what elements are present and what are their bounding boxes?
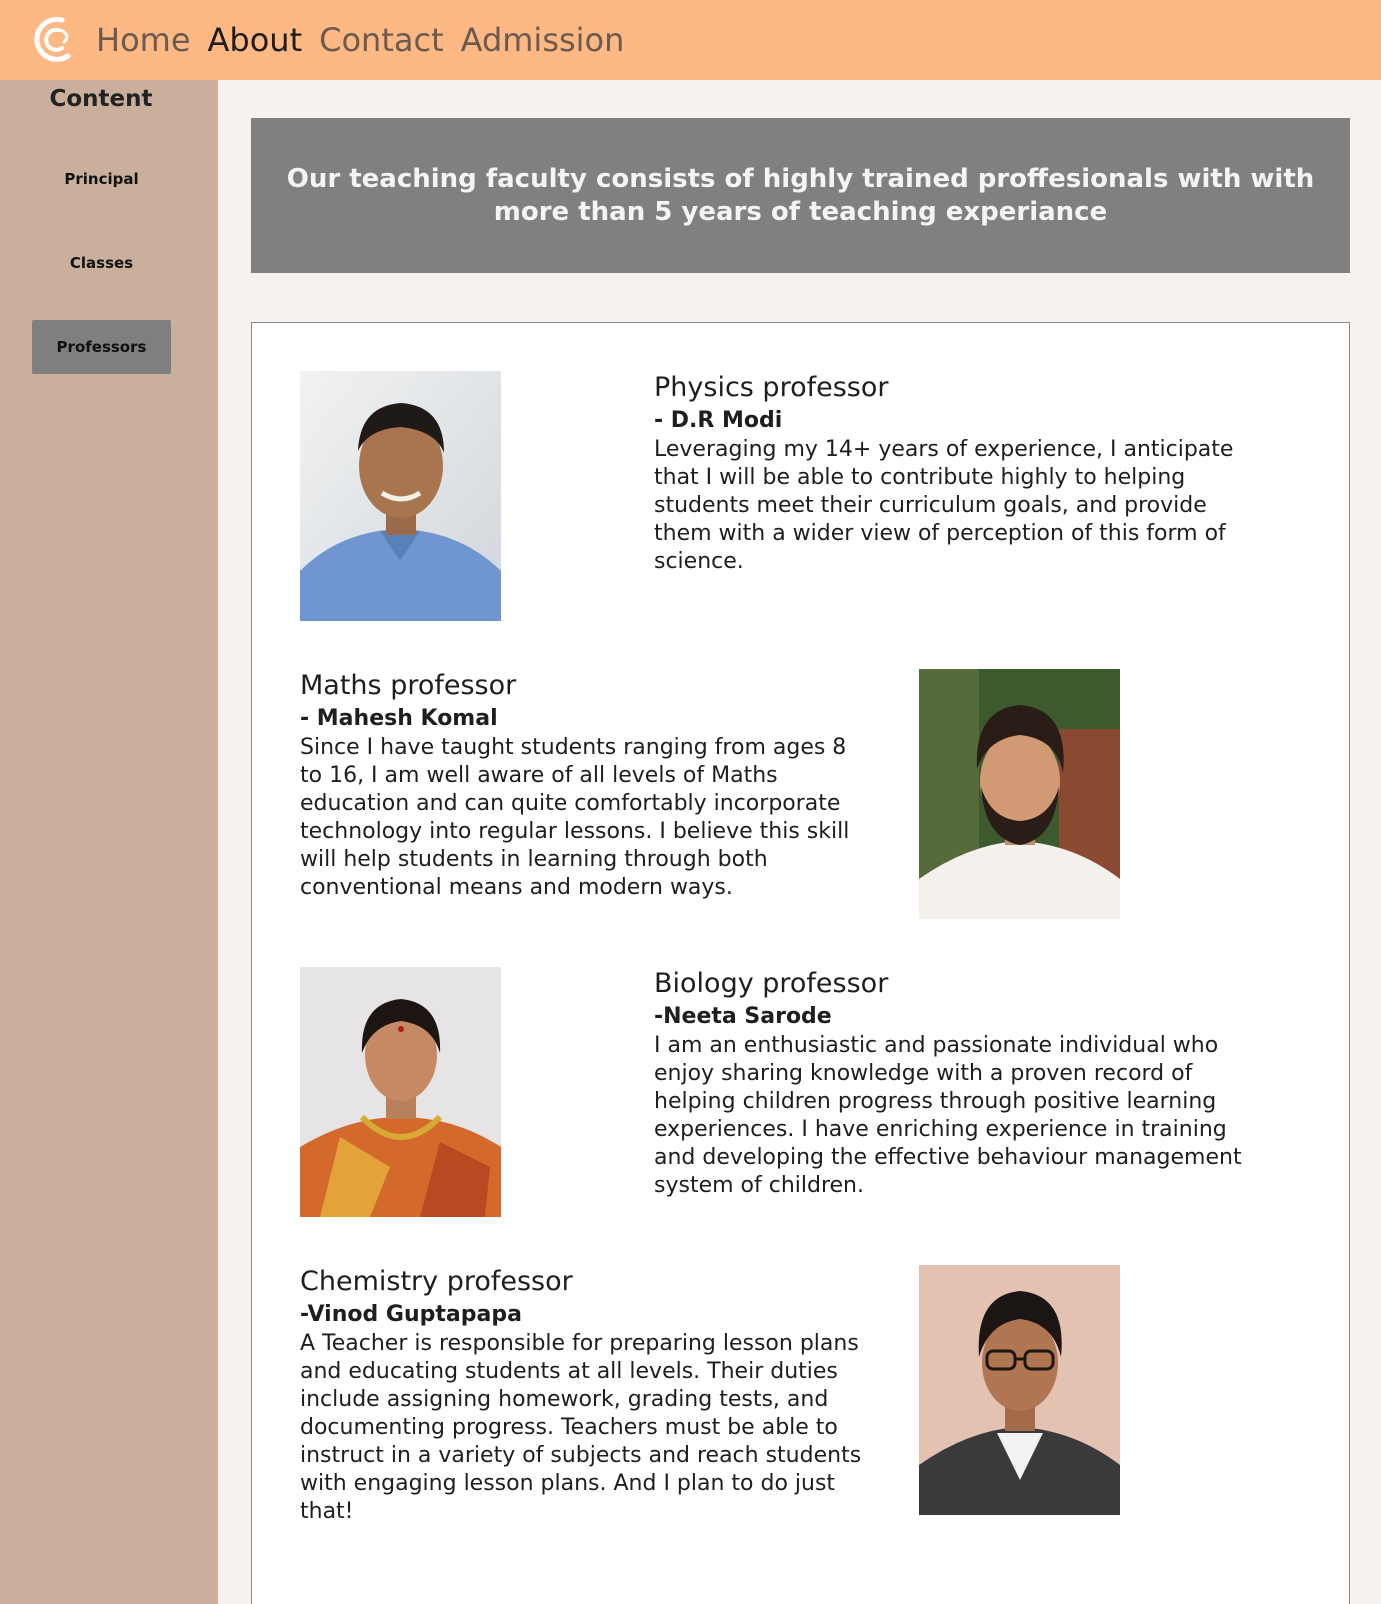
biology-professor-title: Biology professor [654,968,889,999]
maths-professor-title: Maths professor [300,670,517,701]
maths-professor-text: Maths professor - Mahesh Komal Since I h… [300,668,875,902]
nav-link-admission[interactable]: Admission [461,18,625,62]
nav-link-about[interactable]: About [208,18,303,62]
nav-link-contact[interactable]: Contact [319,18,444,62]
sidebar-title: Content [49,86,153,112]
physics-professor-photo [300,371,501,621]
biology-professor-bio: I am an enthusiastic and passionate indi… [654,1033,1242,1198]
sidebar-item-professors[interactable]: Professors [32,320,171,374]
maths-professor-bio: Since I have taught students ranging fro… [300,735,850,900]
faculty-banner: Our teaching faculty consists of highly … [251,118,1350,273]
chemistry-professor-name: -Vinod Guptapapa [300,1302,522,1327]
biology-professor-name: -Neeta Sarode [654,1004,832,1029]
chemistry-professor-text: Chemistry professor -Vinod Guptapapa A T… [300,1264,875,1526]
nav-link-home[interactable]: Home [96,18,191,62]
maths-professor-photo [919,669,1120,919]
physics-professor-bio: Leveraging my 14+ years of experience, I… [654,437,1234,574]
crescent-c-logo-icon[interactable] [28,12,76,68]
sidebar [0,80,218,1604]
maths-professor-name: - Mahesh Komal [300,706,498,731]
biology-professor-text: Biology professor -Neeta Sarode I am an … [654,966,1254,1200]
chemistry-professor-title: Chemistry professor [300,1266,573,1297]
banner-text: Our teaching faculty consists of highly … [286,163,1315,227]
top-navbar: Home About Contact Admission [0,0,1381,80]
chemistry-professor-bio: A Teacher is responsible for preparing l… [300,1331,862,1524]
biology-professor-photo [300,967,501,1217]
physics-professor-title: Physics professor [654,372,889,403]
physics-professor-text: Physics professor - D.R Modi Leveraging … [654,370,1244,576]
chemistry-professor-photo [919,1265,1120,1515]
sidebar-item-classes[interactable]: Classes [32,236,171,290]
physics-professor-name: - D.R Modi [654,408,783,433]
sidebar-item-principal[interactable]: Principal [32,152,171,206]
nav-links: Home About Contact Admission [96,18,624,62]
